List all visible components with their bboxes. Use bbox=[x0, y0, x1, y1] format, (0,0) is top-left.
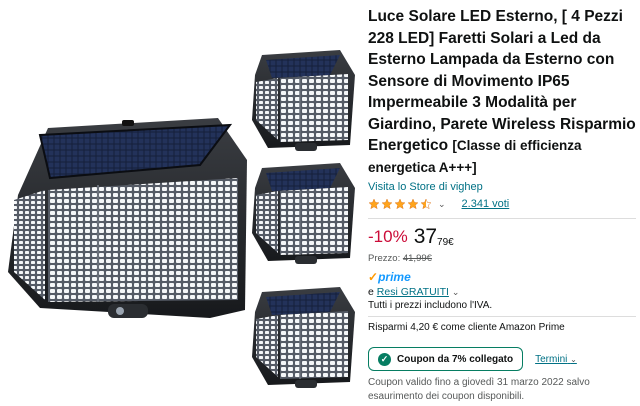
price-row: -10% 3779€ bbox=[368, 225, 636, 251]
star-icon bbox=[394, 198, 406, 210]
returns-prefix: e bbox=[368, 286, 374, 298]
check-circle-icon: ✓ bbox=[378, 352, 391, 366]
prime-savings-note: Risparmi 4,20 € come cliente Amazon Prim… bbox=[368, 322, 565, 333]
terms-label: Termini bbox=[535, 353, 568, 365]
divider bbox=[368, 218, 636, 219]
returns-info: e Resi GRATUITI ⌄ bbox=[368, 286, 636, 298]
list-price-label: Prezzo: bbox=[368, 253, 401, 264]
product-title-text: Luce Solare LED Esterno, [ 4 Pezzi 228 L… bbox=[368, 8, 636, 154]
price: 3779€ bbox=[414, 225, 454, 249]
vat-note: Tutti i prezzi includono l'IVA. bbox=[368, 300, 493, 311]
star-rating[interactable] bbox=[368, 198, 432, 210]
small-light-3 bbox=[252, 287, 355, 388]
product-info: Luce Solare LED Esterno, [ 4 Pezzi 228 L… bbox=[368, 6, 636, 404]
rating-row: ⌄ 2.341 voti bbox=[368, 196, 636, 212]
discount-percentage: -10% bbox=[368, 227, 408, 246]
list-price: Prezzo: 41,99€ bbox=[368, 253, 636, 264]
store-link[interactable]: Visita lo Store di vighep bbox=[368, 181, 636, 193]
small-light-2 bbox=[252, 163, 355, 264]
price-fraction: 79 bbox=[437, 237, 449, 248]
coupon-row: ✓ Coupon da 7% collegato Termini ⌄ bbox=[368, 347, 636, 371]
prime-badge: ✓ prime bbox=[368, 270, 636, 284]
coupon-validity-note: Coupon valido fino a giovedì 31 marzo 20… bbox=[368, 377, 590, 402]
star-half-icon bbox=[420, 198, 432, 210]
ratings-count-link[interactable]: 2.341 voti bbox=[462, 198, 510, 210]
coupon-label: Coupon da 7% collegato bbox=[397, 353, 514, 365]
product-image[interactable] bbox=[0, 0, 365, 401]
chevron-down-icon[interactable]: ⌄ bbox=[438, 199, 446, 210]
small-light-1 bbox=[252, 50, 355, 151]
star-icon bbox=[407, 198, 419, 210]
price-currency: € bbox=[448, 237, 454, 248]
star-icon bbox=[381, 198, 393, 210]
price-whole: 37 bbox=[413, 225, 438, 248]
free-returns-link[interactable]: Resi GRATUITI bbox=[377, 286, 449, 298]
chevron-down-icon: ⌄ bbox=[570, 354, 577, 364]
coupon-terms-link[interactable]: Termini ⌄ bbox=[535, 354, 577, 365]
chevron-down-icon[interactable]: ⌄ bbox=[452, 287, 460, 297]
star-icon bbox=[368, 198, 380, 210]
divider bbox=[368, 316, 636, 317]
product-title: Luce Solare LED Esterno, [ 4 Pezzi 228 L… bbox=[368, 6, 636, 178]
coupon-applied-button[interactable]: ✓ Coupon da 7% collegato bbox=[368, 347, 524, 371]
large-light bbox=[8, 118, 247, 318]
prime-label: prime bbox=[378, 270, 411, 284]
prime-check-icon: ✓ bbox=[368, 270, 379, 284]
list-price-value: 41,99€ bbox=[402, 253, 432, 264]
